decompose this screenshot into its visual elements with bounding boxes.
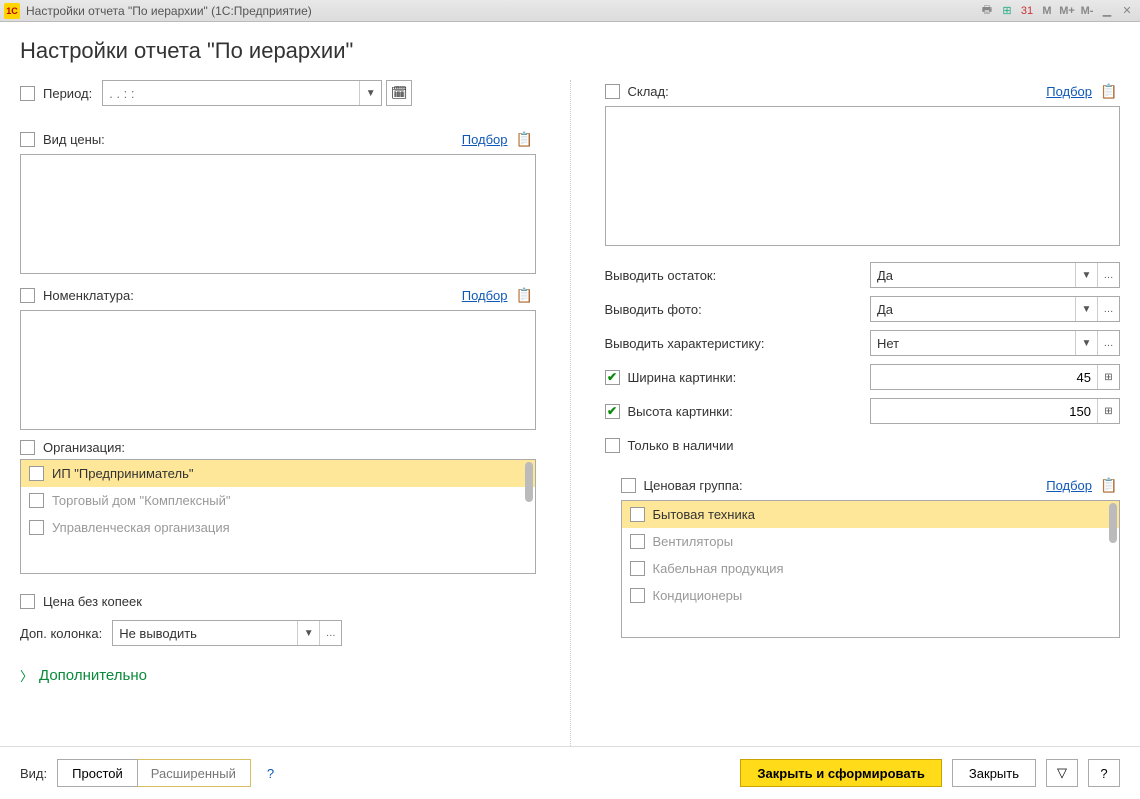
paste-icon[interactable]: 📋 — [514, 128, 536, 150]
show-photo-input[interactable]: Да ▼ … — [870, 296, 1120, 322]
app-logo-icon: 1C — [4, 3, 20, 19]
close-and-form-button[interactable]: Закрыть и сформировать — [740, 759, 942, 787]
period-label: Период: — [43, 86, 92, 101]
dropdown-icon[interactable]: ▼ — [1075, 331, 1097, 355]
ellipsis-icon[interactable]: … — [1097, 297, 1119, 321]
minimize-icon[interactable]: ▁ — [1098, 3, 1116, 19]
chevron-right-icon: 〉 — [20, 666, 33, 685]
list-item[interactable]: Бытовая техника — [622, 501, 1120, 528]
show-stock-label: Выводить остаток: — [605, 268, 717, 283]
price-type-list[interactable] — [20, 154, 536, 274]
price-group-list[interactable]: Бытовая техника Вентиляторы Кабельная пр… — [621, 500, 1121, 638]
show-photo-label: Выводить фото: — [605, 302, 702, 317]
list-item[interactable]: Управленческая организация — [21, 514, 535, 541]
period-input[interactable]: . . : : ▼ — [102, 80, 382, 106]
price-group-select-link[interactable]: Подбор — [1046, 478, 1092, 493]
img-width-label: Ширина картинки: — [628, 370, 737, 385]
warehouse-select-link[interactable]: Подбор — [1046, 84, 1092, 99]
view-extended-button[interactable]: Расширенный — [137, 760, 250, 786]
period-check[interactable] — [20, 86, 35, 101]
help-icon[interactable]: ? — [267, 766, 274, 781]
ellipsis-icon[interactable]: … — [1097, 263, 1119, 287]
only-stock-check[interactable] — [605, 438, 620, 453]
price-type-check[interactable] — [20, 132, 35, 147]
org-label: Организация: — [43, 440, 125, 455]
print-icon[interactable]: 🖶 — [978, 3, 996, 19]
nomenclature-check[interactable] — [20, 288, 35, 303]
paste-icon[interactable]: 📋 — [1098, 474, 1120, 496]
m-minus-button[interactable]: M- — [1078, 3, 1096, 19]
m-button[interactable]: M — [1038, 3, 1056, 19]
calculator-icon[interactable]: ⊞ — [1097, 365, 1119, 389]
org-check[interactable] — [20, 440, 35, 455]
paste-icon[interactable]: 📋 — [514, 284, 536, 306]
extra-col-label: Доп. колонка: — [20, 626, 102, 641]
dropdown-icon[interactable]: ▼ — [297, 621, 319, 645]
img-height-label: Высота картинки: — [628, 404, 733, 419]
extra-col-input[interactable]: Не выводить ▼ … — [112, 620, 342, 646]
titlebar: 1C Настройки отчета "По иерархии" (1С:Пр… — [0, 0, 1140, 22]
dropdown-icon[interactable]: ▼ — [1075, 297, 1097, 321]
ellipsis-icon[interactable]: … — [1097, 331, 1119, 355]
calc-icon[interactable]: ⊞ — [998, 3, 1016, 19]
price-type-select-link[interactable]: Подбор — [462, 132, 508, 147]
list-item[interactable]: Вентиляторы — [622, 528, 1120, 555]
warehouse-list[interactable] — [605, 106, 1121, 246]
nomenclature-list[interactable] — [20, 310, 536, 430]
m-plus-button[interactable]: M+ — [1058, 3, 1076, 19]
window-title: Настройки отчета "По иерархии" (1С:Предп… — [26, 4, 978, 18]
price-group-label: Ценовая группа: — [644, 478, 743, 493]
view-mode-switch: Простой Расширенный — [57, 759, 251, 787]
calendar-icon[interactable]: 31 — [1018, 3, 1036, 19]
calendar-picker-icon[interactable]: 🗓 — [386, 80, 412, 106]
no-kopeks-check[interactable] — [20, 594, 35, 609]
org-list[interactable]: ИП "Предприниматель" Торговый дом "Компл… — [20, 459, 536, 574]
list-item[interactable]: Кондиционеры — [622, 582, 1120, 609]
show-stock-input[interactable]: Да ▼ … — [870, 262, 1120, 288]
help-button[interactable]: ? — [1088, 759, 1120, 787]
img-height-check[interactable] — [605, 404, 620, 419]
dropdown-icon[interactable]: ▼ — [359, 81, 381, 105]
img-height-input[interactable]: 150 ⊞ — [870, 398, 1120, 424]
page-title: Настройки отчета "По иерархии" — [20, 38, 1120, 64]
only-stock-label: Только в наличии — [628, 438, 734, 453]
scrollbar[interactable] — [1109, 503, 1117, 543]
img-width-input[interactable]: 45 ⊞ — [870, 364, 1120, 390]
close-button[interactable]: Закрыть — [952, 759, 1036, 787]
price-type-label: Вид цены: — [43, 132, 105, 147]
view-label: Вид: — [20, 766, 47, 781]
nomenclature-label: Номенклатура: — [43, 288, 134, 303]
list-item[interactable]: ИП "Предприниматель" — [21, 460, 535, 487]
show-char-input[interactable]: Нет ▼ … — [870, 330, 1120, 356]
warehouse-label: Склад: — [628, 84, 669, 99]
price-group-check[interactable] — [621, 478, 636, 493]
warehouse-check[interactable] — [605, 84, 620, 99]
img-width-check[interactable] — [605, 370, 620, 385]
dropdown-icon[interactable]: ▼ — [1075, 263, 1097, 287]
list-item[interactable]: Кабельная продукция — [622, 555, 1120, 582]
calculator-icon[interactable]: ⊞ — [1097, 399, 1119, 423]
paste-icon[interactable]: 📋 — [1098, 80, 1120, 102]
ellipsis-icon[interactable]: … — [319, 621, 341, 645]
filter-settings-button[interactable]: ▽ — [1046, 759, 1078, 787]
show-char-label: Выводить характеристику: — [605, 336, 765, 351]
view-simple-button[interactable]: Простой — [57, 759, 138, 787]
nomenclature-select-link[interactable]: Подбор — [462, 288, 508, 303]
list-item[interactable]: Торговый дом "Комплексный" — [21, 487, 535, 514]
close-icon[interactable]: ✕ — [1118, 3, 1136, 19]
more-toggle[interactable]: 〉 Дополнительно — [20, 666, 536, 685]
no-kopeks-label: Цена без копеек — [43, 594, 142, 609]
scrollbar[interactable] — [525, 462, 533, 502]
